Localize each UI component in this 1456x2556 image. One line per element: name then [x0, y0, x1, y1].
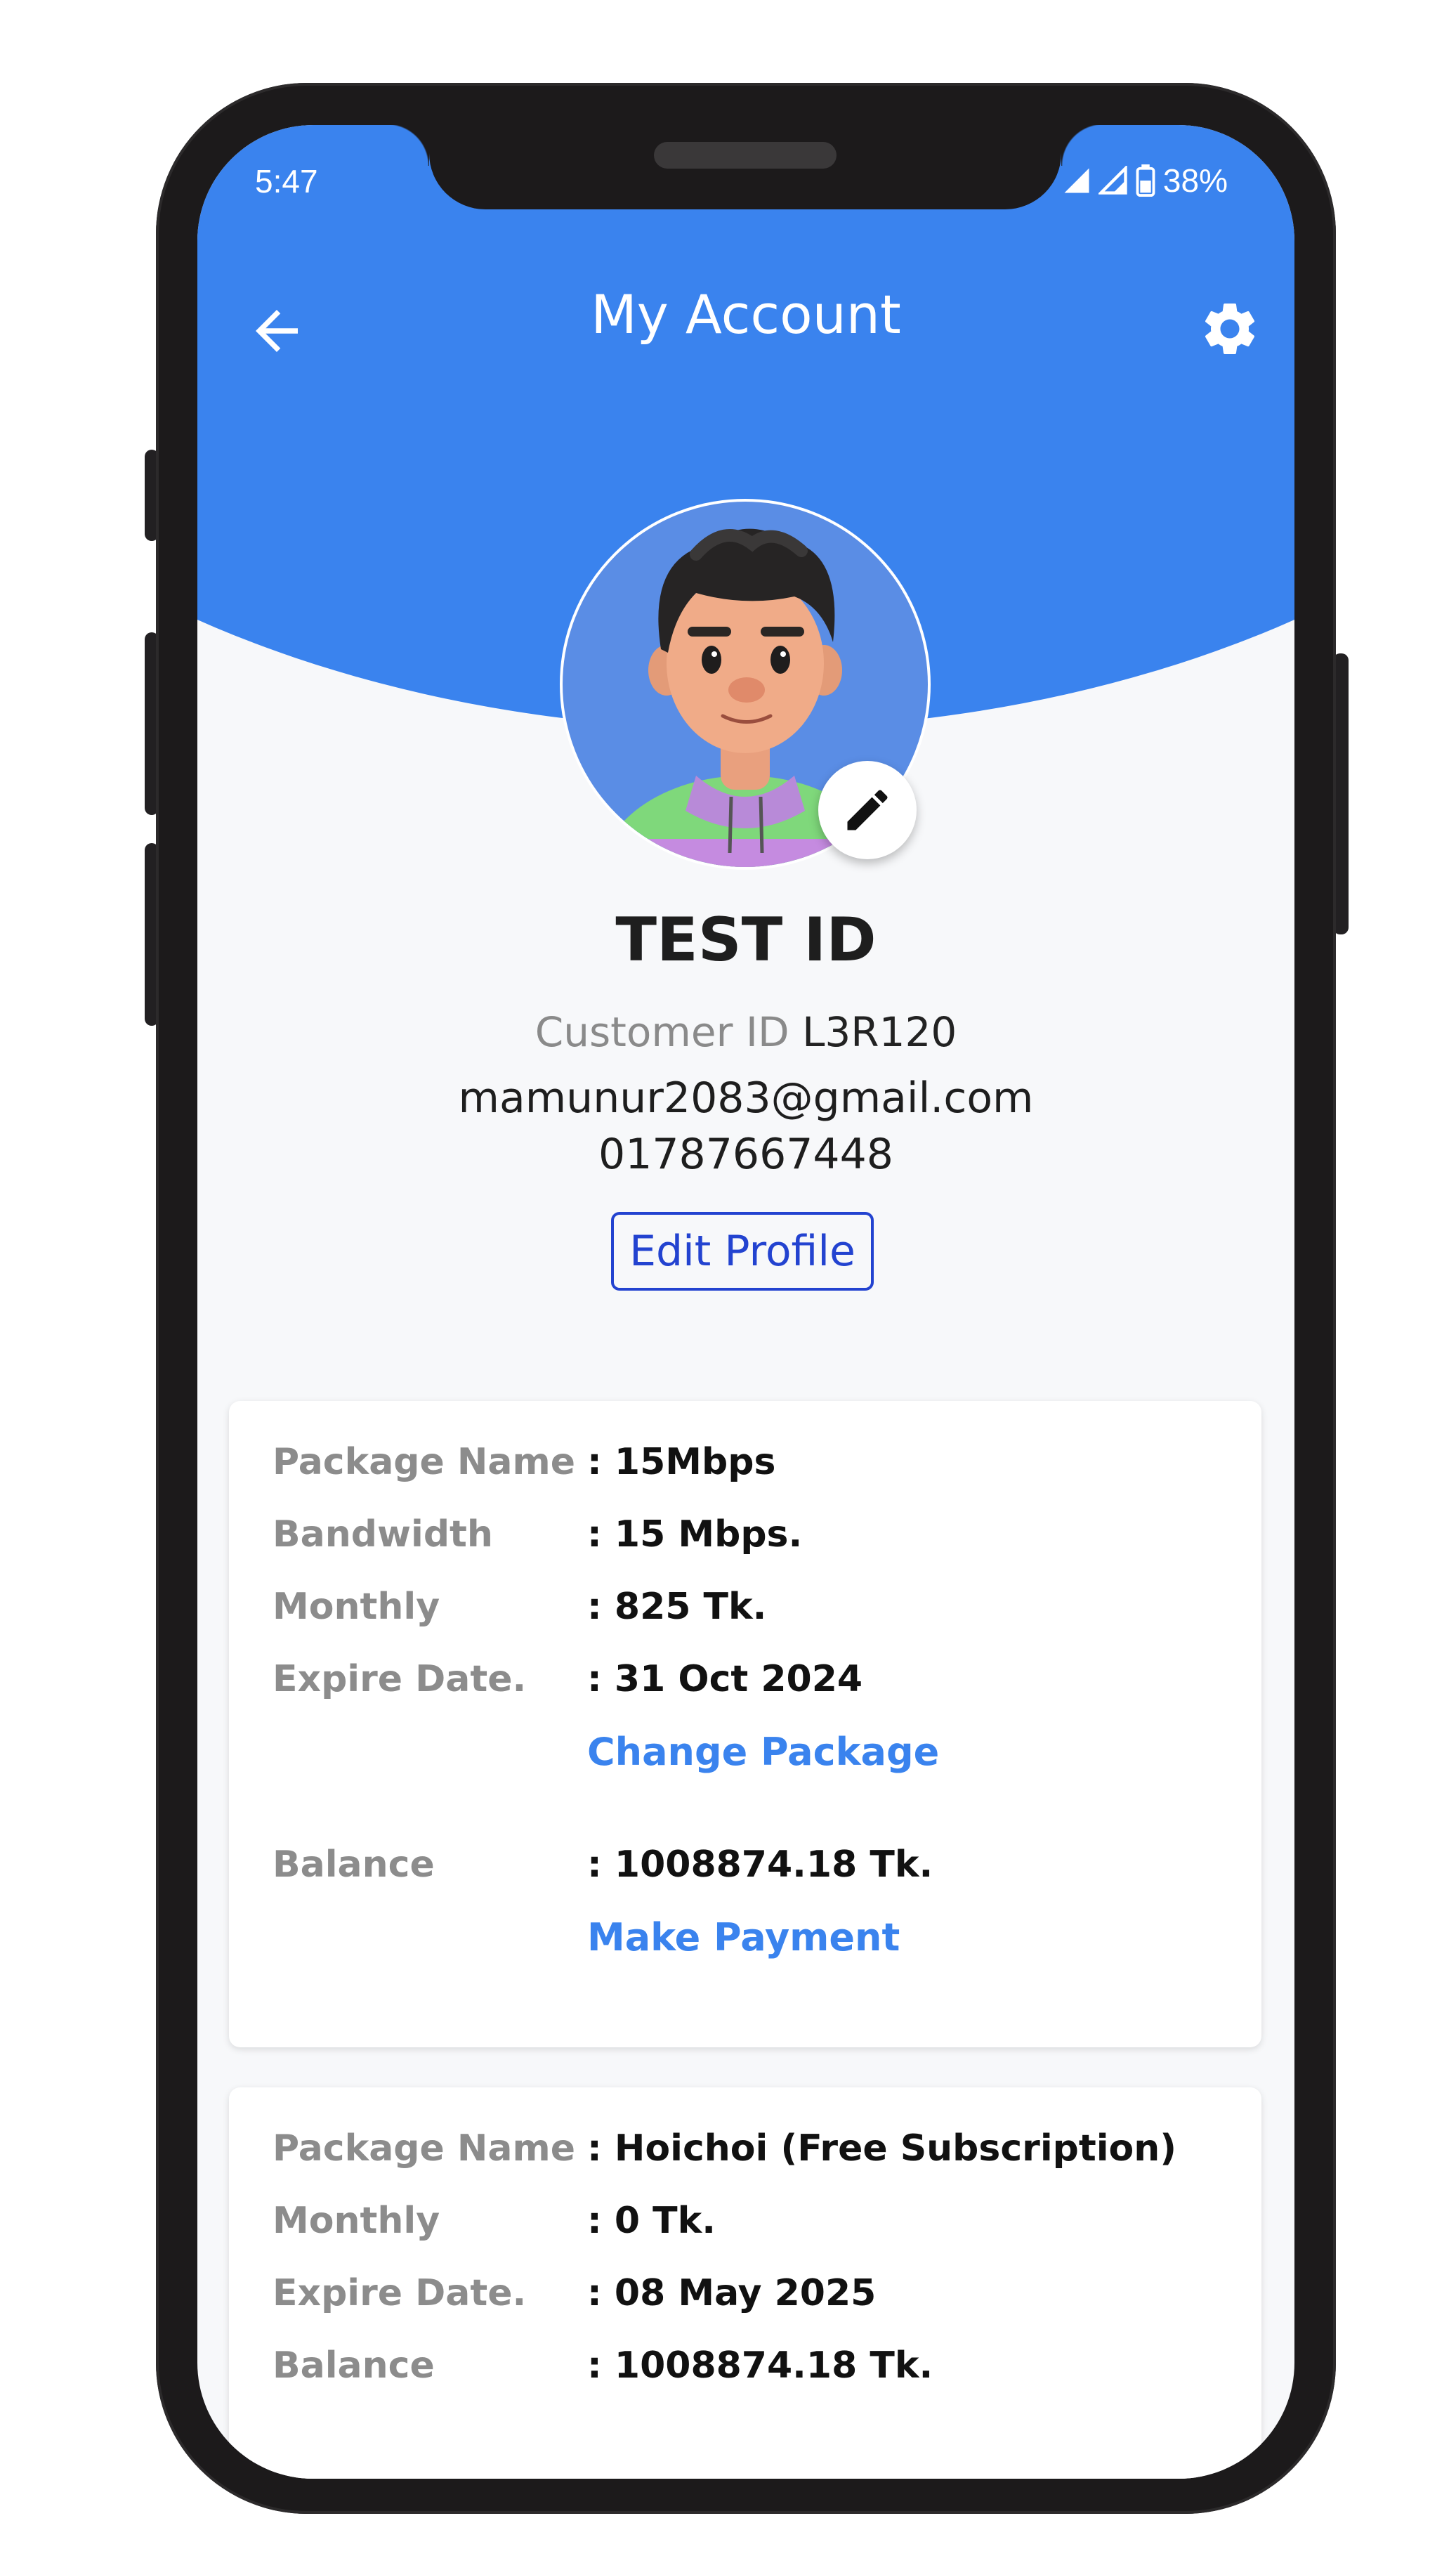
status-time: 5:47: [255, 163, 318, 200]
balance-label: Balance: [273, 1844, 435, 1886]
monthly-label: Monthly: [273, 1586, 440, 1628]
profile-phone: 01787667448: [598, 1130, 893, 1179]
make-payment-link[interactable]: Make Payment: [587, 1915, 900, 1960]
status-indicators: 38%: [1062, 162, 1228, 200]
change-package-link[interactable]: Change Package: [587, 1730, 939, 1774]
bandwidth-value: : 15 Mbps.: [587, 1513, 803, 1556]
expire-date-value: : 08 May 2025: [587, 2272, 877, 2314]
edit-avatar-button[interactable]: [818, 761, 917, 859]
expire-date-label: Expire Date.: [273, 1658, 527, 1700]
settings-button[interactable]: [1198, 297, 1261, 360]
package-card: Package Name : 15Mbps Bandwidth : 15 Mbp…: [229, 1401, 1261, 2047]
phone-speaker: [654, 142, 837, 169]
bandwidth-label: Bandwidth: [273, 1513, 493, 1556]
battery-icon: [1136, 164, 1155, 197]
balance-value: : 1008874.18 Tk.: [587, 1844, 933, 1886]
profile-name: TEST ID: [615, 905, 877, 975]
monthly-value: : 825 Tk.: [587, 1586, 767, 1628]
battery-percent: 38%: [1162, 162, 1228, 199]
monthly-label: Monthly: [273, 2200, 440, 2242]
customer-id-value: L3R120: [802, 1008, 957, 1056]
edit-profile-button[interactable]: Edit Profile: [611, 1212, 874, 1291]
expire-date-label: Expire Date.: [273, 2272, 527, 2314]
package-name-label: Package Name: [273, 2127, 575, 2170]
monthly-value: : 0 Tk.: [587, 2200, 716, 2242]
package-card: Package Name : Hoichoi (Free Subscriptio…: [229, 2087, 1261, 2479]
customer-id-label: Customer ID: [534, 1008, 789, 1056]
signal-icon-secondary: [1098, 166, 1127, 195]
profile-email: mamunur2083@gmail.com: [458, 1074, 1034, 1123]
app-screen: 5:47 38% My Account TEST ID Customer ID …: [197, 125, 1294, 2479]
package-name-value: : Hoichoi (Free Subscription): [587, 2127, 1177, 2170]
page-title: My Account: [591, 283, 901, 346]
pencil-icon: [847, 790, 888, 830]
signal-icon: [1064, 168, 1089, 193]
gear-icon: [1205, 304, 1255, 354]
package-name-label: Package Name: [273, 1441, 575, 1483]
balance-value: : 1008874.18 Tk.: [587, 2345, 933, 2387]
package-name-value: : 15Mbps: [587, 1441, 776, 1483]
expire-date-value: : 31 Oct 2024: [587, 1658, 863, 1700]
balance-label: Balance: [273, 2345, 435, 2387]
customer-id: Customer ID L3R120: [197, 1008, 1294, 1056]
